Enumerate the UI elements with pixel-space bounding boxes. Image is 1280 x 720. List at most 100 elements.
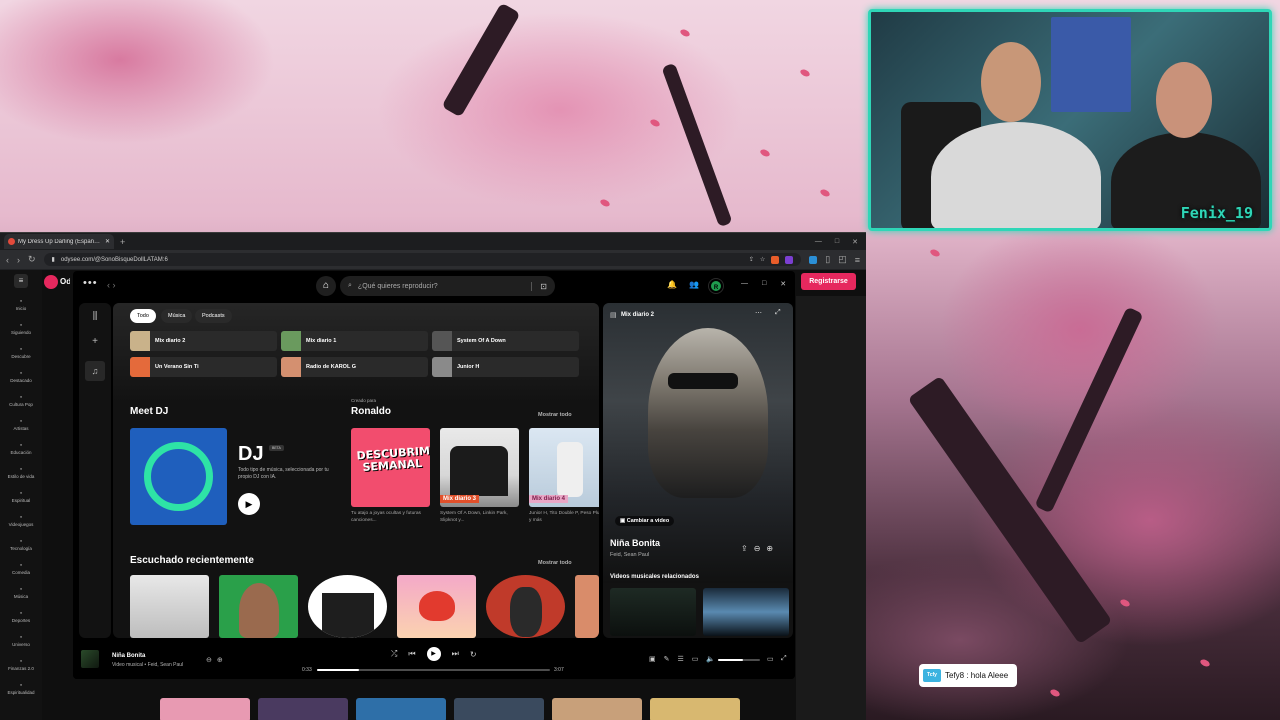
menu-toggle-button[interactable]: ≡ — [14, 274, 28, 288]
search-bar[interactable]: ⌕ ¿Qué quieres reproducir? ⊡ — [340, 276, 555, 296]
player-song-title[interactable]: Niña Bonita — [112, 653, 145, 659]
share-icon[interactable]: ⇪ — [741, 544, 748, 553]
recent-album-card[interactable] — [397, 575, 476, 638]
filter-chip-podcasts[interactable]: Podcasts — [195, 309, 232, 323]
hide-icon[interactable]: ⊖ — [754, 544, 761, 553]
library-icon[interactable]: ⫼ — [93, 311, 98, 322]
dj-cover[interactable] — [130, 428, 227, 525]
browser-tab[interactable]: My Dress Up Darling (Español La ✕ — [4, 234, 114, 249]
sidebar-item-educaci-n[interactable]: ◦ Educación — [0, 436, 42, 460]
play-button[interactable]: ▶ — [426, 647, 441, 661]
extension-icon[interactable] — [809, 255, 818, 264]
close-icon[interactable]: ✕ — [780, 280, 786, 288]
volume-slider[interactable] — [718, 659, 760, 661]
playlist-card-mix-4[interactable]: Mix diario 4 — [529, 428, 599, 507]
sidebar-item-destacado[interactable]: ◦ Destacado — [0, 364, 42, 388]
now-playing-song[interactable]: Niña Bonita — [610, 538, 660, 548]
liked-playlist-icon[interactable]: ♫ — [85, 361, 105, 381]
history-nav-icon[interactable]: ‹ › — [107, 280, 116, 290]
previous-icon[interactable]: ⏮ — [408, 649, 415, 659]
player-song-meta[interactable]: Video musical • Feid, Sean Paul — [112, 662, 183, 668]
home-button[interactable]: ⌂ — [316, 276, 336, 296]
odysee-logo-icon[interactable] — [44, 275, 58, 289]
share-icon[interactable]: ⇪ — [749, 256, 754, 263]
new-tab-button[interactable]: + — [120, 237, 125, 247]
lyrics-icon[interactable]: ✎ — [664, 655, 670, 663]
related-video-thumbnail[interactable] — [610, 588, 696, 636]
sidebar-item-inicio[interactable]: ◦ Inicio — [0, 292, 42, 316]
more-options-icon[interactable]: ⋯ — [755, 309, 762, 317]
browse-icon[interactable]: ⊡ — [531, 281, 547, 291]
register-button[interactable]: Registrarse — [801, 273, 856, 290]
queue-icon[interactable]: ☰ — [678, 655, 684, 663]
sidebar-item-espiritualidad[interactable]: ◦ Espiritualidad — [0, 676, 42, 700]
bookmark-icon[interactable]: ☆ — [760, 256, 765, 263]
wallet-icon[interactable]: ◰ — [838, 254, 847, 265]
sidebar-item-comedia[interactable]: ◦ Comedia — [0, 556, 42, 580]
track-thumbnail[interactable] — [81, 650, 99, 668]
reload-icon[interactable]: ↻ — [28, 254, 36, 265]
sidebar-item-m-sica[interactable]: ◦ Música — [0, 580, 42, 604]
shortcut-card[interactable]: Mix diario 2 — [130, 331, 277, 351]
shortcut-card[interactable]: System Of A Down — [432, 331, 579, 351]
minimize-window-button[interactable]: — — [815, 238, 822, 246]
video-thumbnail[interactable] — [356, 698, 446, 720]
brave-shield-icon[interactable] — [771, 255, 780, 264]
user-avatar[interactable]: R — [709, 279, 723, 293]
sidebar-item-artistas[interactable]: ◦ Artistas — [0, 412, 42, 436]
sidebar-item-estilo-de-vida[interactable]: ◦ Estilo de vida — [0, 460, 42, 484]
sidebar-item-cultura-pop[interactable]: ◦ Cultura Pop — [0, 388, 42, 412]
dj-play-button[interactable]: ▶ — [238, 493, 260, 515]
hide-icon[interactable]: ⊖ — [206, 656, 212, 664]
video-thumbnail[interactable] — [552, 698, 642, 720]
shortcut-card[interactable]: Radio de KAROL G — [281, 357, 428, 377]
now-playing-artists[interactable]: Feid, Sean Paul — [610, 552, 649, 558]
sidebar-item-finanzas-2-0[interactable]: ◦ Finanzas 2.0 — [0, 652, 42, 676]
related-video-thumbnail[interactable] — [703, 588, 789, 636]
friends-activity-icon[interactable]: 👥 — [689, 280, 699, 289]
sidebar-toggle-icon[interactable]: ▯ — [825, 254, 830, 265]
maximize-window-button[interactable]: □ — [835, 238, 839, 246]
sidebar-item-tecnolog-a[interactable]: ◦ Tecnología — [0, 532, 42, 556]
miniplayer-icon[interactable]: ▭ — [767, 655, 774, 663]
shortcut-card[interactable]: Un Verano Sin Ti — [130, 357, 277, 377]
add-to-library-icon[interactable]: ⊕ — [766, 544, 773, 553]
filter-chip-all[interactable]: Todo — [130, 309, 156, 323]
repeat-icon[interactable]: ↻ — [470, 650, 477, 659]
playlist-card-mix-3[interactable]: Mix diario 3 — [440, 428, 519, 507]
volume-icon[interactable]: 🔈 — [706, 655, 715, 663]
add-icon[interactable]: ⊕ — [217, 656, 223, 664]
video-thumbnail[interactable] — [258, 698, 348, 720]
switch-to-video-button[interactable]: ▣ Cambiar a video — [615, 516, 675, 526]
site-info-icon[interactable]: ▮ — [52, 256, 55, 263]
show-all-link[interactable]: Mostrar todo — [538, 412, 572, 418]
now-playing-view-icon[interactable]: ▣ — [649, 655, 656, 663]
progress-bar[interactable] — [317, 669, 550, 671]
sidebar-item-siguiendo[interactable]: ◦ Siguiendo — [0, 316, 42, 340]
recent-artist-card[interactable] — [219, 575, 298, 638]
recent-artist-card[interactable] — [308, 575, 387, 638]
notifications-icon[interactable]: 🔔 — [667, 280, 677, 289]
sidebar-item-deportes[interactable]: ◦ Deportes — [0, 604, 42, 628]
menu-icon[interactable]: ≡ — [855, 255, 860, 265]
recent-artist-card[interactable] — [130, 575, 209, 638]
shuffle-icon[interactable]: ⤮ — [391, 649, 397, 659]
video-thumbnail[interactable] — [650, 698, 740, 720]
video-thumbnail[interactable] — [160, 698, 250, 720]
shortcut-card[interactable]: Mix diario 1 — [281, 331, 428, 351]
back-icon[interactable]: ‹ — [6, 255, 9, 265]
filter-chip-music[interactable]: Música — [161, 309, 193, 323]
more-options-icon[interactable]: ••• — [83, 277, 98, 289]
show-all-link[interactable]: Mostrar todo — [538, 560, 572, 566]
sidebar-item-videojuegos[interactable]: ◦ Videojuegos — [0, 508, 42, 532]
sidebar-item-espiritual[interactable]: ◦ Espiritual — [0, 484, 42, 508]
close-window-button[interactable]: ✕ — [852, 238, 858, 246]
close-tab-icon[interactable]: ✕ — [105, 238, 110, 245]
playlist-card-discover-weekly[interactable]: DESCUBRIMIENTO SEMANAL — [351, 428, 430, 507]
connect-device-icon[interactable]: ▭ — [692, 655, 699, 663]
extension-icon[interactable] — [785, 255, 794, 264]
recent-artist-card[interactable] — [486, 575, 565, 638]
maximize-icon[interactable]: □ — [762, 280, 766, 288]
expand-icon[interactable]: ⤢ — [775, 309, 781, 317]
sidebar-item-universo[interactable]: ◦ Universo — [0, 628, 42, 652]
